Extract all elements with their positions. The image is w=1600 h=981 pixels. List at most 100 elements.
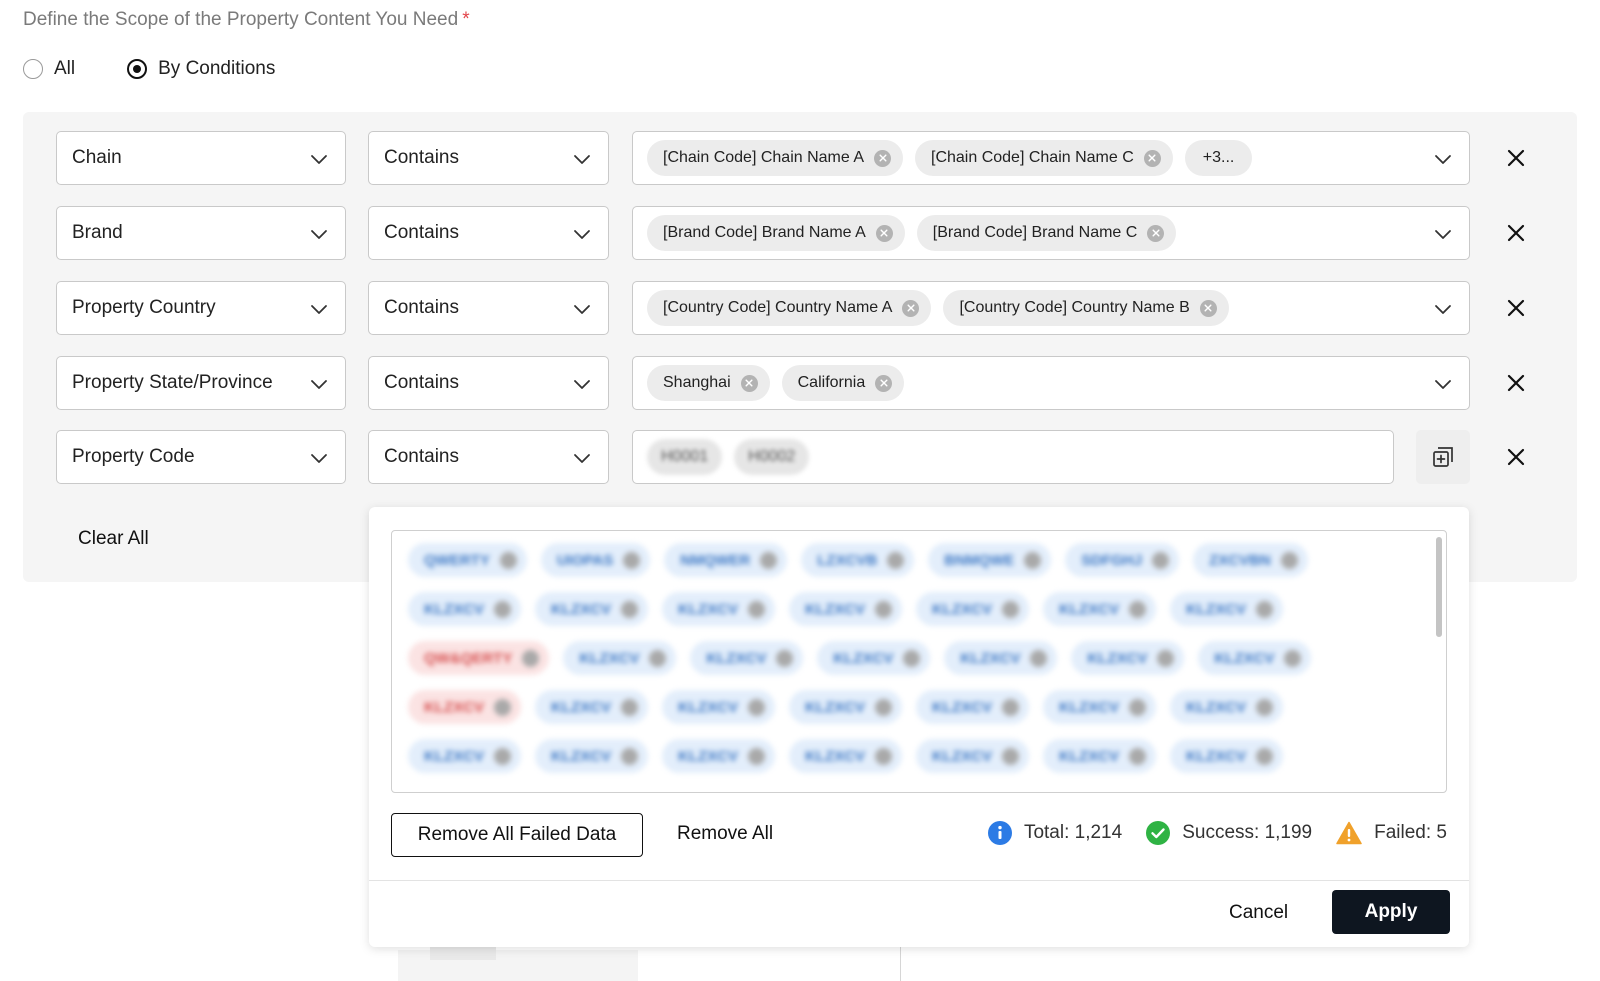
close-circle-icon[interactable] [776, 649, 794, 667]
field-select[interactable]: Property State/Province [56, 356, 346, 410]
remove-condition-button[interactable] [1504, 371, 1528, 395]
close-circle-icon[interactable] [1199, 299, 1217, 317]
value-chip[interactable]: KLZXCV [789, 739, 902, 773]
close-circle-icon[interactable] [874, 149, 891, 167]
value-chip[interactable]: SDFGHJ [1065, 543, 1180, 577]
values-select[interactable]: Shanghai California [632, 356, 1470, 410]
values-select[interactable]: [Country Code] Country Name A [Country Co… [632, 281, 1470, 335]
value-chip[interactable]: KLZXCV [408, 592, 521, 626]
apply-button[interactable]: Apply [1332, 890, 1450, 934]
close-circle-icon[interactable] [748, 600, 765, 618]
close-circle-icon[interactable] [1002, 747, 1019, 765]
close-circle-icon[interactable] [623, 551, 641, 569]
failed-value-chip[interactable]: QW&QERTY [408, 641, 550, 675]
remove-all-button[interactable]: Remove All [677, 823, 773, 845]
remove-condition-button[interactable] [1504, 146, 1528, 170]
remove-condition-button[interactable] [1504, 445, 1528, 469]
value-chip[interactable]: KLZXCV [1170, 739, 1283, 773]
failed-value-chip[interactable]: KLZXCV [408, 690, 521, 724]
field-select[interactable]: Chain [56, 131, 346, 185]
field-select[interactable]: Property Country [56, 281, 346, 335]
value-chip[interactable]: KLZXCV [944, 641, 1058, 675]
property-code-input[interactable]: H0001 H0002 [632, 430, 1394, 484]
radio-all[interactable] [23, 59, 43, 79]
radio-option-by-conditions[interactable]: By Conditions [127, 58, 275, 80]
values-select[interactable]: [Brand Code] Brand Name A [Brand Code] Br… [632, 206, 1470, 260]
more-values-tag[interactable]: +3... [1184, 140, 1253, 176]
value-chip[interactable]: QWERTY [408, 543, 527, 577]
value-chip[interactable]: KLZXCV [535, 739, 648, 773]
close-circle-icon[interactable] [494, 600, 511, 618]
value-chip[interactable]: KLZXCV [1043, 690, 1156, 724]
close-circle-icon[interactable] [1129, 698, 1146, 716]
radio-by-conditions[interactable] [127, 59, 148, 79]
value-chip[interactable]: KLZXCV [916, 592, 1029, 626]
operator-select[interactable]: Contains [368, 430, 609, 484]
close-circle-icon[interactable] [903, 649, 921, 667]
operator-select[interactable]: Contains [368, 131, 609, 185]
close-circle-icon[interactable] [1256, 698, 1273, 716]
close-circle-icon[interactable] [760, 551, 778, 569]
cancel-button[interactable]: Cancel [1229, 902, 1288, 924]
field-select[interactable]: Brand [56, 206, 346, 260]
radio-option-all[interactable]: All [23, 58, 75, 80]
value-tag[interactable]: H0002 [734, 439, 810, 475]
close-circle-icon[interactable] [621, 600, 638, 618]
remove-all-failed-button[interactable]: Remove All Failed Data [391, 813, 643, 857]
close-circle-icon[interactable] [494, 747, 511, 765]
close-circle-icon[interactable] [621, 747, 638, 765]
remove-condition-button[interactable] [1504, 296, 1528, 320]
clear-all-button[interactable]: Clear All [78, 528, 149, 550]
value-chip[interactable]: KLZXCV [408, 739, 521, 773]
close-circle-icon[interactable] [499, 551, 517, 569]
value-chip[interactable]: UIOPAS [540, 543, 651, 577]
operator-select[interactable]: Contains [368, 206, 609, 260]
close-circle-icon[interactable] [494, 698, 511, 716]
field-select[interactable]: Property Code [56, 430, 346, 484]
values-select[interactable]: [Chain Code] Chain Name A [Chain Code] Ch… [632, 131, 1470, 185]
close-circle-icon[interactable] [875, 747, 892, 765]
close-circle-icon[interactable] [875, 374, 893, 392]
value-chip[interactable]: KLZXCV [1170, 592, 1283, 626]
value-chip[interactable]: ZXCVBN [1193, 543, 1308, 577]
close-circle-icon[interactable] [621, 698, 638, 716]
value-tag[interactable]: H0001 [647, 439, 723, 475]
close-circle-icon[interactable] [1256, 600, 1273, 618]
close-circle-icon[interactable] [875, 224, 893, 242]
value-chip[interactable]: KLZXCV [1170, 690, 1283, 724]
value-chip[interactable]: KLZXCV [1071, 641, 1185, 675]
close-circle-icon[interactable] [1002, 600, 1019, 618]
close-circle-icon[interactable] [1147, 224, 1165, 242]
value-chip[interactable]: KLZXCV [662, 690, 775, 724]
value-chip[interactable]: BNMQWE [928, 543, 1052, 577]
close-circle-icon[interactable] [740, 374, 758, 392]
value-chip[interactable]: KLZXCV [1043, 739, 1156, 773]
operator-select[interactable]: Contains [368, 356, 609, 410]
value-chip[interactable]: KLZXCV [789, 592, 902, 626]
close-circle-icon[interactable] [1256, 747, 1273, 765]
value-chip[interactable]: KLZXCV [662, 592, 775, 626]
value-chip[interactable]: KLZXCV [916, 690, 1029, 724]
paste-list-button[interactable] [1416, 430, 1470, 484]
scrollbar-thumb[interactable] [1436, 537, 1442, 637]
value-chip[interactable]: KLZXCV [1198, 641, 1312, 675]
value-chip[interactable]: KLZXCV [535, 592, 648, 626]
value-chip[interactable]: LZXCVB [801, 543, 915, 577]
pasted-values-box[interactable]: QWERTY UIOPAS NMQWER LZXCVB BNMQWE SDFGHJ ZXCV… [391, 530, 1447, 793]
close-circle-icon[interactable] [1280, 551, 1298, 569]
close-circle-icon[interactable] [1129, 747, 1146, 765]
close-circle-icon[interactable] [522, 649, 540, 667]
close-circle-icon[interactable] [748, 747, 765, 765]
close-circle-icon[interactable] [875, 600, 892, 618]
value-chip[interactable]: KLZXCV [662, 739, 775, 773]
close-circle-icon[interactable] [1024, 551, 1042, 569]
operator-select[interactable]: Contains [368, 281, 609, 335]
close-circle-icon[interactable] [1157, 649, 1175, 667]
value-chip[interactable]: KLZXCV [916, 739, 1029, 773]
close-circle-icon[interactable] [887, 551, 905, 569]
value-chip[interactable]: KLZXCV [690, 641, 804, 675]
close-circle-icon[interactable] [1129, 600, 1146, 618]
value-chip[interactable]: KLZXCV [563, 641, 677, 675]
close-circle-icon[interactable] [1030, 649, 1048, 667]
remove-condition-button[interactable] [1504, 221, 1528, 245]
